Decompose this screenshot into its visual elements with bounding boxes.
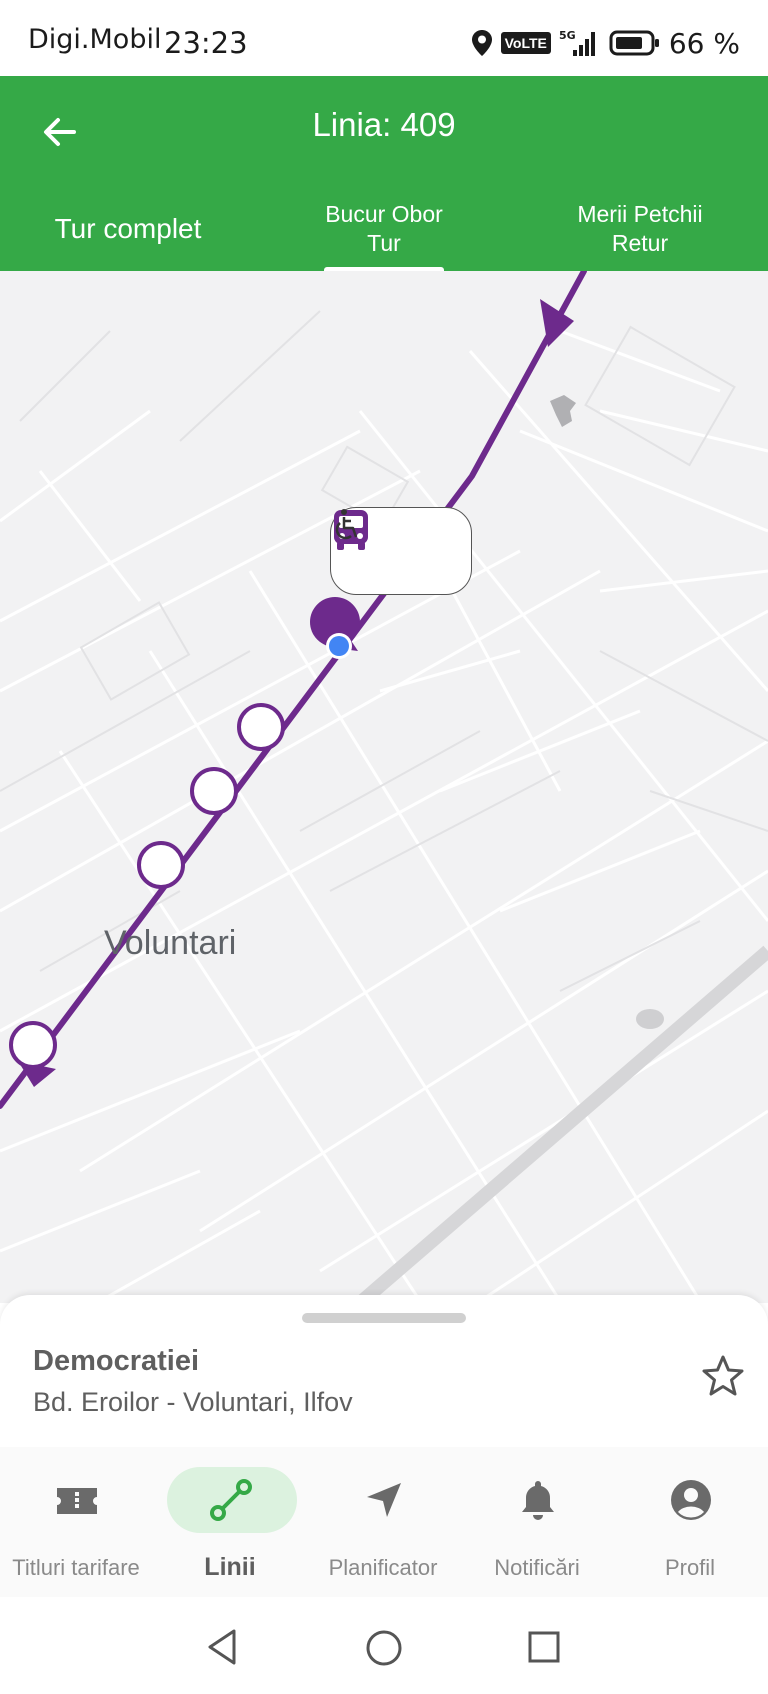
nav-item-planificator[interactable]: Planificator <box>307 1467 459 1587</box>
navigation-arrow-icon <box>367 1483 401 1517</box>
bottom-navigation: Titluri tarifare Linii Planificator Noti… <box>0 1447 768 1597</box>
nav-label: Notificări <box>494 1555 580 1580</box>
railway <box>355 945 768 1303</box>
favorite-button[interactable] <box>698 1351 748 1401</box>
nav-label: Planificator <box>328 1555 438 1580</box>
nav-item-profil[interactable]: Profil <box>614 1467 766 1587</box>
carrier-name: Digi.Mobil <box>28 24 162 55</box>
tab-label-line2: Retur <box>611 229 669 256</box>
stop-address: Bd. Eroilor - Voluntari, Ilfov <box>33 1387 353 1417</box>
system-back-icon[interactable] <box>204 1627 240 1667</box>
nav-item-titluri-tarifare[interactable]: Titluri tarifare <box>0 1467 152 1587</box>
user-location-dot <box>329 636 349 656</box>
minor-streets <box>0 310 768 992</box>
nav-label: Titluri tarifare <box>12 1555 140 1580</box>
map-canvas <box>0 271 768 1303</box>
bell-icon <box>522 1481 554 1520</box>
tab-label-line1: Merii Petchii <box>577 200 703 227</box>
battery-percentage: 66 % <box>668 26 740 60</box>
svg-text:5G: 5G <box>559 29 576 42</box>
nav-label-active: Linii <box>204 1553 256 1581</box>
tab-merii-petchii-retur[interactable]: Merii Petchii Retur <box>512 186 768 271</box>
star-outline-icon <box>702 1355 744 1396</box>
nav-label: Profil <box>664 1555 716 1580</box>
account-circle-icon <box>671 1480 711 1520</box>
tab-label: Tur complet <box>54 212 202 244</box>
tab-bucur-obor-tur[interactable]: Bucur Obor Tur <box>256 186 512 271</box>
location-icon <box>471 30 492 56</box>
volte-icon: VoLTE <box>500 32 551 54</box>
sheet-drag-handle[interactable] <box>302 1313 466 1323</box>
page-title: Linia: 409 <box>312 106 456 143</box>
bus-stop-marker[interactable] <box>237 703 285 751</box>
stop-details-sheet[interactable]: Democratiei Bd. Eroilor - Voluntari, Ilf… <box>0 1295 768 1447</box>
5g-signal-icon: 5G <box>559 29 595 56</box>
system-home-icon[interactable] <box>365 1629 403 1667</box>
wheelchair-icon <box>335 509 358 540</box>
system-navigation-bar <box>0 1597 768 1694</box>
bus-stop-marker[interactable] <box>190 767 238 815</box>
map-view[interactable]: Voluntari <box>0 271 768 1303</box>
bus-stop-marker[interactable] <box>137 841 185 889</box>
status-time: 23:23 <box>164 26 248 60</box>
status-icons: VoLTE 5G 66 % <box>471 26 740 60</box>
tab-label-line2: Tur <box>367 229 401 256</box>
nav-item-notificari[interactable]: Notificări <box>461 1467 613 1587</box>
route-line <box>0 271 587 1109</box>
street-network <box>0 329 768 1303</box>
ticket-icon <box>57 1488 97 1514</box>
system-recents-icon[interactable] <box>527 1630 561 1664</box>
battery-icon <box>609 30 659 56</box>
tab-tur-complet[interactable]: Tur complet <box>0 186 256 271</box>
railway-station <box>636 1009 664 1029</box>
route-icon <box>210 1479 252 1521</box>
landmark-icon <box>550 395 576 427</box>
app-bar: Linia: 409 Tur complet Bucur Obor Tur Me… <box>0 76 768 272</box>
stop-info-popup[interactable] <box>330 507 472 595</box>
nav-item-linii[interactable]: Linii <box>154 1467 306 1587</box>
tab-label-line1: Bucur Obor <box>325 200 443 227</box>
place-label: Voluntari <box>104 924 237 962</box>
bus-stop-marker[interactable] <box>9 1021 57 1069</box>
stop-name: Democratiei <box>33 1345 200 1377</box>
status-bar: Digi.Mobil 23:23 VoLTE 5G 66 % <box>0 0 768 76</box>
